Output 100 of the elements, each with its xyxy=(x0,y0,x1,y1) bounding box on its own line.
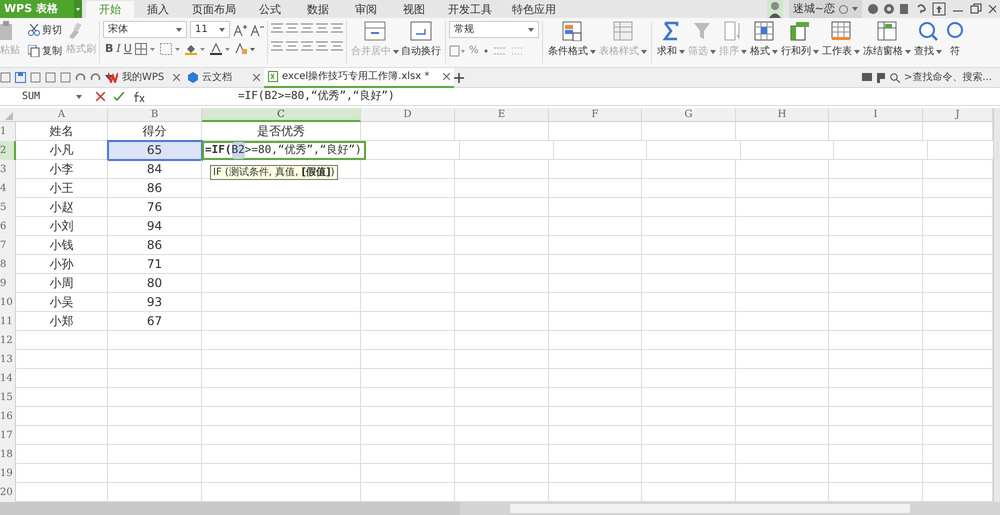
ribbon-button[interactable]: 求和 xyxy=(656,21,686,63)
table-cell[interactable]: 小吴 xyxy=(16,293,108,312)
row-header[interactable]: 16 xyxy=(0,407,16,426)
row-header[interactable]: 6 xyxy=(0,217,16,236)
row-header[interactable]: 3 xyxy=(0,160,16,179)
caret-icon[interactable] xyxy=(74,0,82,18)
table-cell[interactable]: 小郑 xyxy=(16,312,108,331)
clear-format-icon[interactable] xyxy=(234,43,257,56)
menu-tab[interactable]: 页面布局 xyxy=(182,1,246,18)
indent-icon[interactable] xyxy=(331,23,343,33)
horizontal-align-icon[interactable] xyxy=(271,41,283,51)
vertical-align-icon[interactable] xyxy=(286,23,298,33)
menu-tab[interactable]: 数据 xyxy=(294,1,342,18)
font-size-field[interactable]: 11 xyxy=(190,21,230,38)
command-search-field[interactable]: >查找命令、搜索... xyxy=(904,70,1000,85)
borders-icon[interactable] xyxy=(134,43,157,56)
vertical-align-icon[interactable] xyxy=(301,23,313,33)
horizontal-align-icon[interactable] xyxy=(316,41,328,51)
wrap-text-button[interactable]: 自动换行 xyxy=(400,21,442,63)
close-icon[interactable] xyxy=(253,74,260,81)
table-cell[interactable]: 86 xyxy=(108,236,202,255)
vertical-align-icon[interactable] xyxy=(271,23,283,33)
table-cell[interactable]: 67 xyxy=(108,312,202,331)
copy-button[interactable]: 复制 xyxy=(28,42,62,60)
function-icon[interactable] xyxy=(133,92,145,102)
save-icon[interactable] xyxy=(15,72,26,83)
ribbon-button[interactable]: 条件格式 xyxy=(547,21,597,63)
row-header[interactable]: 4 xyxy=(0,179,16,198)
search-icon[interactable] xyxy=(890,72,900,82)
row-header[interactable]: 14 xyxy=(0,369,16,388)
ribbon-button[interactable]: 行和列 xyxy=(780,21,820,63)
row-header[interactable]: 13 xyxy=(0,350,16,369)
decrease-decimal-icon[interactable] xyxy=(510,44,525,56)
table-cell[interactable]: 小钱 xyxy=(16,236,108,255)
cell-editor[interactable]: =IF(B2>=80,“优秀”,“良好”) xyxy=(202,141,366,160)
restore-icon[interactable] xyxy=(970,3,982,15)
menu-tab[interactable]: 审阅 xyxy=(342,1,390,18)
help-icon[interactable] xyxy=(916,4,926,14)
horizontal-scrollbar[interactable] xyxy=(510,504,910,513)
table-cell[interactable]: 小孙 xyxy=(16,255,108,274)
shrink-font-icon[interactable] xyxy=(250,22,264,36)
table-cell[interactable]: 小王 xyxy=(16,179,108,198)
column-header[interactable]: C xyxy=(202,108,361,122)
table-cell[interactable]: 65 xyxy=(108,141,202,160)
row-header[interactable]: 11 xyxy=(0,312,16,331)
ribbon-button[interactable]: 工作表 xyxy=(821,21,861,63)
menu-tab[interactable]: 插入 xyxy=(134,1,182,18)
redo-icon[interactable] xyxy=(90,72,101,83)
cut-button[interactable]: 剪切 xyxy=(28,21,62,39)
row-header[interactable]: 5 xyxy=(0,198,16,217)
dot-icon[interactable] xyxy=(884,4,894,14)
currency-icon[interactable] xyxy=(449,44,465,56)
name-box[interactable]: SUM xyxy=(0,88,84,104)
user-account-button[interactable]: 迷城~恋 xyxy=(788,0,862,18)
row-header[interactable]: 19 xyxy=(0,464,16,483)
ribbon-button[interactable]: 符 xyxy=(944,21,966,63)
row-header[interactable]: 8 xyxy=(0,255,16,274)
ribbon-button[interactable]: 格式 xyxy=(749,21,779,63)
table-cell[interactable]: 小李 xyxy=(16,160,108,179)
column-header[interactable]: I xyxy=(829,108,923,122)
table-cell[interactable]: 80 xyxy=(108,274,202,293)
cancel-icon[interactable] xyxy=(96,92,105,101)
menu-tab[interactable]: 视图 xyxy=(390,1,438,18)
menu-tab[interactable]: 公式 xyxy=(246,1,294,18)
column-header[interactable]: A xyxy=(16,108,108,122)
table-border-icon[interactable] xyxy=(160,43,182,56)
horizontal-align-icon[interactable] xyxy=(301,41,313,51)
table-cell[interactable]: 小赵 xyxy=(16,198,108,217)
font-name-field[interactable]: 宋体 xyxy=(103,21,187,38)
row-header[interactable]: 2 xyxy=(0,141,16,160)
row-header[interactable]: 18 xyxy=(0,445,16,464)
table-cell[interactable]: 76 xyxy=(108,198,202,217)
menu-tab[interactable]: 开发工具 xyxy=(438,1,502,18)
font-color-icon[interactable] xyxy=(210,43,232,56)
row-header[interactable]: 15 xyxy=(0,388,16,407)
menu-tab[interactable]: 特色应用 xyxy=(502,1,566,18)
text-style-button[interactable]: B xyxy=(105,41,114,58)
document-tab[interactable]: 我的WPS xyxy=(104,68,184,88)
number-format-field[interactable]: 常规 xyxy=(449,21,539,38)
row-header[interactable]: 7 xyxy=(0,236,16,255)
caret-icon[interactable] xyxy=(105,75,113,80)
table-cell[interactable]: 71 xyxy=(108,255,202,274)
undo-icon[interactable] xyxy=(75,72,86,83)
table-cell[interactable]: 小周 xyxy=(16,274,108,293)
column-header[interactable]: D xyxy=(361,108,455,122)
table-cell[interactable]: 小刘 xyxy=(16,217,108,236)
horizontal-align-icon[interactable] xyxy=(286,41,298,51)
table-cell[interactable]: 94 xyxy=(108,217,202,236)
document-tab[interactable]: excel操作技巧专用工作簿.xlsx * xyxy=(264,68,454,88)
row-header[interactable]: 1 xyxy=(0,122,16,141)
table-cell[interactable]: 84 xyxy=(108,160,202,179)
ribbon-button[interactable]: 查找 xyxy=(913,21,943,63)
vertical-scrollbar[interactable] xyxy=(993,108,1000,502)
ribbon-button[interactable]: 冻结窗格 xyxy=(862,21,912,63)
document-tab[interactable]: 云文档 xyxy=(184,68,264,88)
close-icon[interactable] xyxy=(173,74,180,81)
close-icon[interactable] xyxy=(988,3,996,15)
column-header[interactable]: G xyxy=(642,108,736,122)
column-header[interactable]: H xyxy=(736,108,829,122)
close-icon[interactable] xyxy=(443,73,450,80)
